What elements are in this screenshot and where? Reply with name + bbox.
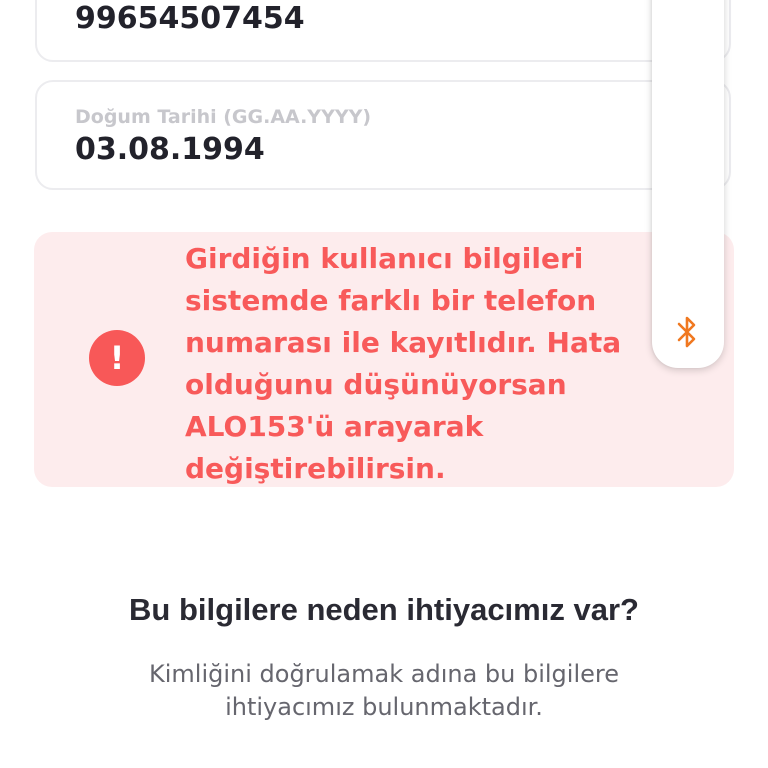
error-alert: ! Girdiğin kullanıcı bilgileri sistemde …	[34, 232, 734, 487]
birth-date-field[interactable]: Doğum Tarihi (GG.AA.YYYY) 03.08.1994	[35, 80, 731, 190]
bluetooth-icon[interactable]	[672, 314, 702, 350]
info-description: Kimliğini doğrulamak adına bu bilgilere …	[149, 660, 619, 721]
phone-value[interactable]: 99654507454	[75, 1, 305, 36]
error-message: Girdiğin kullanıcı bilgileri sistemde fa…	[185, 242, 622, 485]
birth-date-label: Doğum Tarihi (GG.AA.YYYY)	[75, 106, 372, 128]
side-panel[interactable]	[652, 0, 724, 368]
exclamation-icon: !	[89, 330, 145, 386]
info-title: Bu bilgilere neden ihtiyacımız var?	[129, 592, 639, 627]
birth-date-value[interactable]: 03.08.1994	[75, 132, 265, 167]
phone-field[interactable]: 99654507454	[35, 0, 731, 62]
